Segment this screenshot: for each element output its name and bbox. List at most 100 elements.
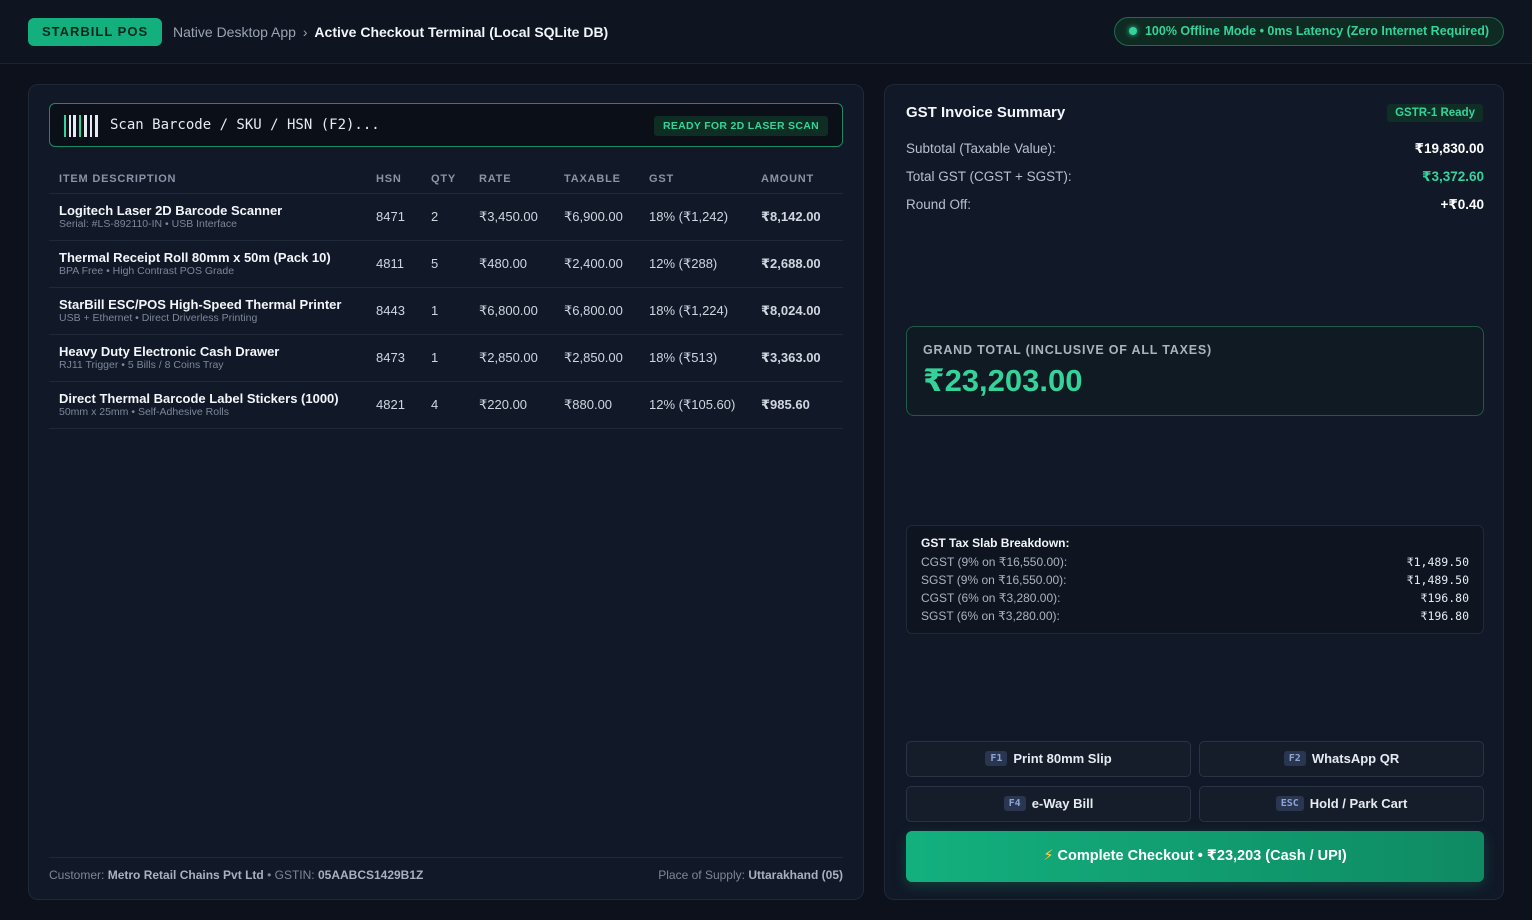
item-name: Heavy Duty Electronic Cash Drawer — [59, 343, 280, 359]
slab-label: CGST (9% on ₹16,550.00): — [921, 555, 1068, 569]
breadcrumb: Native Desktop App › Active Checkout Ter… — [173, 24, 608, 40]
item-qty[interactable]: 1 — [421, 287, 469, 335]
breadcrumb-separator: › — [302, 24, 308, 40]
item-taxable: ₹880.00 — [554, 381, 639, 429]
item-subtitle: RJ11 Trigger • 5 Bills / 8 Coins Tray — [59, 358, 224, 371]
eway-bill-button[interactable]: F4 e-Way Bill — [906, 786, 1191, 822]
subtotal-value: ₹19,830.00 — [1414, 141, 1484, 156]
item-amount: ₹8,142.00 — [751, 193, 843, 241]
table-header-row: ITEM DESCRIPTION HSN QTY RATE TAXABLE GS… — [49, 165, 843, 194]
breadcrumb-parent[interactable]: Native Desktop App — [173, 24, 296, 40]
slab-label: SGST (9% on ₹16,550.00): — [921, 573, 1067, 587]
summary-title: GST Invoice Summary — [906, 104, 1066, 121]
status-text: 100% Offline Mode • 0ms Latency (Zero In… — [1144, 24, 1489, 38]
hold-cart-button[interactable]: ESC Hold / Park Cart — [1199, 786, 1484, 822]
slab-label: CGST (6% on ₹3,280.00): — [921, 591, 1061, 605]
item-description-cell: Thermal Receipt Roll 80mm x 50m (Pack 10… — [49, 240, 366, 288]
grand-total-value: ₹23,203.00 — [923, 363, 1083, 398]
status-dot-icon — [1128, 26, 1137, 35]
supply-value: Uttarakhand (05) — [748, 868, 843, 882]
supply-label: Place of Supply: — [658, 868, 745, 882]
grand-total-card: GRAND TOTAL (INCLUSIVE OF ALL TAXES) ₹23… — [906, 326, 1484, 416]
item-taxable: ₹2,850.00 — [554, 334, 639, 382]
customer-name[interactable]: Metro Retail Chains Pvt Ltd — [108, 868, 264, 882]
col-header-rate: RATE — [469, 165, 554, 194]
item-name: StarBill ESC/POS High-Speed Thermal Prin… — [59, 296, 342, 312]
customer-info: Customer: Metro Retail Chains Pvt Ltd • … — [49, 868, 423, 882]
whatsapp-qr-label: WhatsApp QR — [1311, 751, 1400, 766]
round-off-row: Round Off: +₹0.40 — [906, 197, 1484, 212]
item-amount: ₹8,024.00 — [751, 287, 843, 335]
col-header-qty: QTY — [421, 165, 469, 194]
table-row[interactable]: StarBill ESC/POS High-Speed Thermal Prin… — [49, 287, 843, 335]
item-rate: ₹480.00 — [469, 240, 554, 288]
item-gst: 18% (₹1,242) — [639, 193, 751, 241]
table-row[interactable]: Heavy Duty Electronic Cash Drawer RJ11 T… — [49, 334, 843, 382]
item-rate: ₹3,450.00 — [469, 193, 554, 241]
invoice-summary-panel: GST Invoice Summary GSTR-1 Ready Subtota… — [884, 84, 1504, 900]
cart-panel: READY FOR 2D LASER SCAN ITEM DESCRIPTION… — [28, 84, 864, 900]
col-header-description: ITEM DESCRIPTION — [49, 165, 366, 194]
total-gst-value: ₹3,372.60 — [1422, 169, 1484, 184]
slab-row: CGST (6% on ₹3,280.00): ₹196.80 — [921, 591, 1469, 605]
subtotal-label: Subtotal (Taxable Value): — [906, 141, 1056, 156]
table-row[interactable]: Thermal Receipt Roll 80mm x 50m (Pack 10… — [49, 240, 843, 288]
item-description-cell: Logitech Laser 2D Barcode Scanner Serial… — [49, 193, 366, 241]
slab-value: ₹196.80 — [1420, 591, 1469, 605]
item-hsn: 4821 — [366, 381, 421, 429]
slab-title: GST Tax Slab Breakdown: — [921, 536, 1070, 550]
item-description-cell: StarBill ESC/POS High-Speed Thermal Prin… — [49, 287, 366, 335]
item-name: Direct Thermal Barcode Label Stickers (1… — [59, 390, 339, 406]
eway-bill-label: e-Way Bill — [1031, 796, 1094, 811]
top-bar: STARBILL POS Native Desktop App › Active… — [0, 0, 1532, 64]
hold-cart-label: Hold / Park Cart — [1309, 796, 1408, 811]
lightning-icon: ⚡ — [1043, 848, 1054, 864]
item-amount: ₹985.60 — [751, 381, 843, 429]
col-header-gst: GST — [639, 165, 751, 194]
item-taxable: ₹2,400.00 — [554, 240, 639, 288]
place-of-supply: Place of Supply: Uttarakhand (05) — [658, 868, 843, 882]
slab-value: ₹196.80 — [1420, 609, 1469, 623]
item-amount: ₹3,363.00 — [751, 334, 843, 382]
item-hsn: 8471 — [366, 193, 421, 241]
complete-checkout-button[interactable]: ⚡ Complete Checkout • ₹23,203 (Cash / UPI… — [906, 831, 1484, 882]
item-gst: 12% (₹288) — [639, 240, 751, 288]
item-rate: ₹6,800.00 — [469, 287, 554, 335]
total-gst-row: Total GST (CGST + SGST): ₹3,372.60 — [906, 169, 1484, 184]
col-header-taxable: TAXABLE — [554, 165, 639, 194]
item-subtitle: 50mm x 25mm • Self-Adhesive Rolls — [59, 405, 229, 418]
item-qty[interactable]: 2 — [421, 193, 469, 241]
print-slip-button[interactable]: F1 Print 80mm Slip — [906, 741, 1191, 777]
table-row[interactable]: Logitech Laser 2D Barcode Scanner Serial… — [49, 193, 843, 241]
item-hsn: 4811 — [366, 240, 421, 288]
item-description-cell: Heavy Duty Electronic Cash Drawer RJ11 T… — [49, 334, 366, 382]
customer-gstin: 05AABCS1429B1Z — [317, 868, 424, 882]
item-qty[interactable]: 1 — [421, 334, 469, 382]
checkout-label: Complete Checkout • ₹23,203 (Cash / UPI) — [1057, 848, 1347, 864]
scan-input[interactable] — [110, 104, 630, 146]
item-description-cell: Direct Thermal Barcode Label Stickers (1… — [49, 381, 366, 429]
item-subtitle: Serial: #LS-892110-IN • USB Interface — [59, 217, 237, 230]
item-rate: ₹2,850.00 — [469, 334, 554, 382]
table-row[interactable]: Direct Thermal Barcode Label Stickers (1… — [49, 381, 843, 429]
item-hsn: 8443 — [366, 287, 421, 335]
scan-bar[interactable]: READY FOR 2D LASER SCAN — [49, 103, 843, 147]
slab-label: SGST (6% on ₹3,280.00): — [921, 609, 1060, 623]
item-subtitle: BPA Free • High Contrast POS Grade — [59, 264, 235, 277]
total-gst-label: Total GST (CGST + SGST): — [906, 169, 1072, 184]
subtotal-row: Subtotal (Taxable Value): ₹19,830.00 — [906, 141, 1484, 156]
whatsapp-qr-button[interactable]: F2 WhatsApp QR — [1199, 741, 1484, 777]
slab-value: ₹1,489.50 — [1406, 573, 1469, 587]
round-off-label: Round Off: — [906, 197, 972, 212]
col-header-hsn: HSN — [366, 165, 421, 194]
slab-row: SGST (6% on ₹3,280.00): ₹196.80 — [921, 609, 1469, 623]
tax-slab-breakdown: GST Tax Slab Breakdown: CGST (9% on ₹16,… — [906, 525, 1484, 634]
shortcut-key-esc: ESC — [1275, 796, 1304, 812]
item-amount: ₹2,688.00 — [751, 240, 843, 288]
round-off-value: +₹0.40 — [1440, 197, 1484, 212]
item-gst: 18% (₹1,224) — [639, 287, 751, 335]
col-header-amount: AMOUNT — [751, 165, 843, 194]
brand-logo: STARBILL POS — [28, 18, 163, 46]
item-qty[interactable]: 4 — [421, 381, 469, 429]
item-qty[interactable]: 5 — [421, 240, 469, 288]
